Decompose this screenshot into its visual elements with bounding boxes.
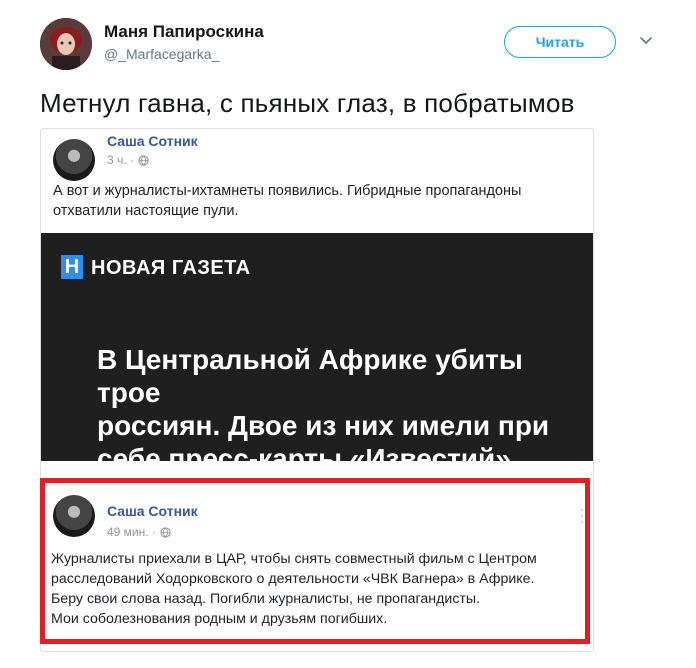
fb-post1-avatar	[53, 139, 95, 181]
fb-post1-time: 3 ч. ·	[107, 153, 149, 167]
fb-post1-line1: А вот и журналисты-ихтамнеты появились. …	[53, 183, 522, 199]
news-headline: В Центральной Африке убиты трое россиян.…	[97, 343, 567, 475]
tweet-author-name[interactable]: Маня Папироскина	[104, 22, 264, 42]
news-logo-text: НОВАЯ ГАЗЕТА	[91, 257, 251, 279]
tweet-author-avatar[interactable]	[40, 18, 92, 70]
red-highlight-frame	[40, 478, 590, 644]
fb-post1-author: Саша Сотник	[107, 133, 198, 149]
globe-icon	[138, 154, 149, 166]
news-card[interactable]: Н НОВАЯ ГАЗЕТА В Центральной Африке убит…	[41, 233, 593, 474]
follow-button[interactable]: Читать	[504, 26, 616, 58]
avatar-portrait	[40, 18, 92, 70]
tweet-author-handle[interactable]: @_Marfacegarka_	[104, 46, 219, 62]
news-headline-line2: россиян. Двое из них имели при	[97, 410, 550, 441]
fb-post1-time-text: 3 ч. ·	[107, 153, 134, 167]
fb-post1-text: А вот и журналисты-ихтамнеты появились. …	[53, 181, 583, 221]
tweet-text: Метнул гавна, с пьяных глаз, в побратымо…	[40, 88, 575, 118]
news-headline-line1: В Центральной Африке убиты трое	[97, 344, 523, 408]
novaya-gazeta-logo-icon: Н	[61, 255, 83, 279]
fb-post1-line2: отхватили настоящие пули.	[53, 203, 239, 219]
news-headline-line3: себе пресс-карты «Известий»	[97, 443, 511, 474]
chevron-down-icon[interactable]	[638, 32, 654, 48]
